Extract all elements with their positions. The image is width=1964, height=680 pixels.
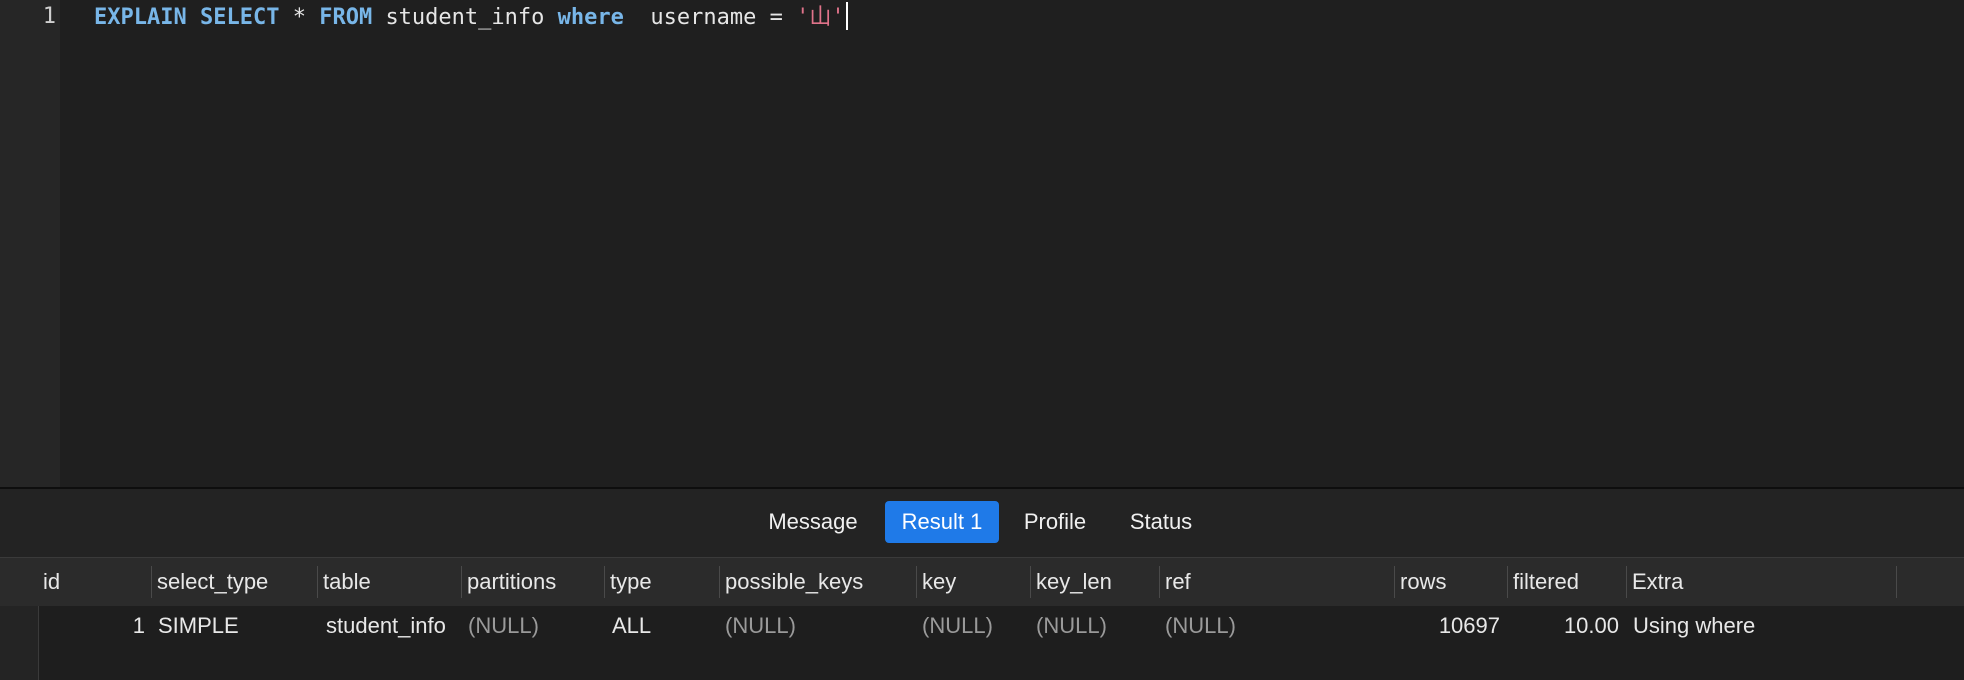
where-condition: username = [650, 5, 783, 30]
column-header-table[interactable]: table [317, 558, 461, 606]
column-header-extra[interactable]: Extra [1626, 558, 1896, 606]
column-header-possible-keys[interactable]: possible_keys [719, 558, 916, 606]
tab-profile[interactable]: Profile [1016, 501, 1094, 543]
line-number: 1 [42, 4, 56, 29]
cell-select-type[interactable]: SIMPLE [158, 606, 313, 646]
tab-result-1[interactable]: Result 1 [885, 501, 999, 543]
table-identifier: student_info [385, 5, 545, 30]
string-literal: '山' [796, 5, 845, 30]
tab-message[interactable]: Message [762, 501, 864, 543]
column-header-filtered[interactable]: filtered [1507, 558, 1626, 606]
column-header-key-len[interactable]: key_len [1030, 558, 1159, 606]
sql-editor[interactable]: 1 EXPLAIN SELECT * FROM student_info whe… [0, 0, 1964, 488]
result-grid-header: id select_type table partitions type pos… [0, 557, 1964, 607]
result-tabs-bar: Message Result 1 Profile Status [0, 489, 1964, 557]
cell-partitions[interactable]: (NULL) [468, 606, 598, 646]
row-selector-gutter[interactable] [0, 606, 39, 680]
cell-key-len[interactable]: (NULL) [1036, 606, 1156, 646]
sql-code-line[interactable]: EXPLAIN SELECT * FROM student_info where… [94, 2, 848, 33]
cell-possible-keys[interactable]: (NULL) [725, 606, 910, 646]
result-grid-body: 1 SIMPLE student_info (NULL) ALL (NULL) … [0, 606, 1964, 680]
keyword-where: where [557, 5, 624, 30]
cell-ref[interactable]: (NULL) [1165, 606, 1390, 646]
column-header-ref[interactable]: ref [1159, 558, 1394, 606]
cell-filtered[interactable]: 10.00 [1507, 606, 1619, 646]
cell-id[interactable]: 1 [40, 606, 145, 646]
keyword-select: SELECT [199, 5, 280, 30]
column-header-rows[interactable]: rows [1394, 558, 1507, 606]
column-header-partitions[interactable]: partitions [461, 558, 604, 606]
column-header-id[interactable]: id [37, 558, 151, 606]
cell-type[interactable]: ALL [612, 606, 712, 646]
text-cursor [845, 2, 848, 30]
column-header-select-type[interactable]: select_type [151, 558, 317, 606]
cell-key[interactable]: (NULL) [922, 606, 1026, 646]
keyword-explain: EXPLAIN [94, 5, 187, 30]
cell-rows[interactable]: 10697 [1394, 606, 1500, 646]
select-star: * [292, 5, 306, 30]
keyword-from: FROM [319, 5, 373, 30]
line-gutter: 1 [0, 0, 60, 488]
cell-extra[interactable]: Using where [1633, 606, 1893, 646]
cell-table[interactable]: student_info [326, 606, 460, 646]
column-separator[interactable] [1896, 566, 1897, 598]
column-header-key[interactable]: key [916, 558, 1030, 606]
column-header-type[interactable]: type [604, 558, 719, 606]
tab-status[interactable]: Status [1122, 501, 1200, 543]
